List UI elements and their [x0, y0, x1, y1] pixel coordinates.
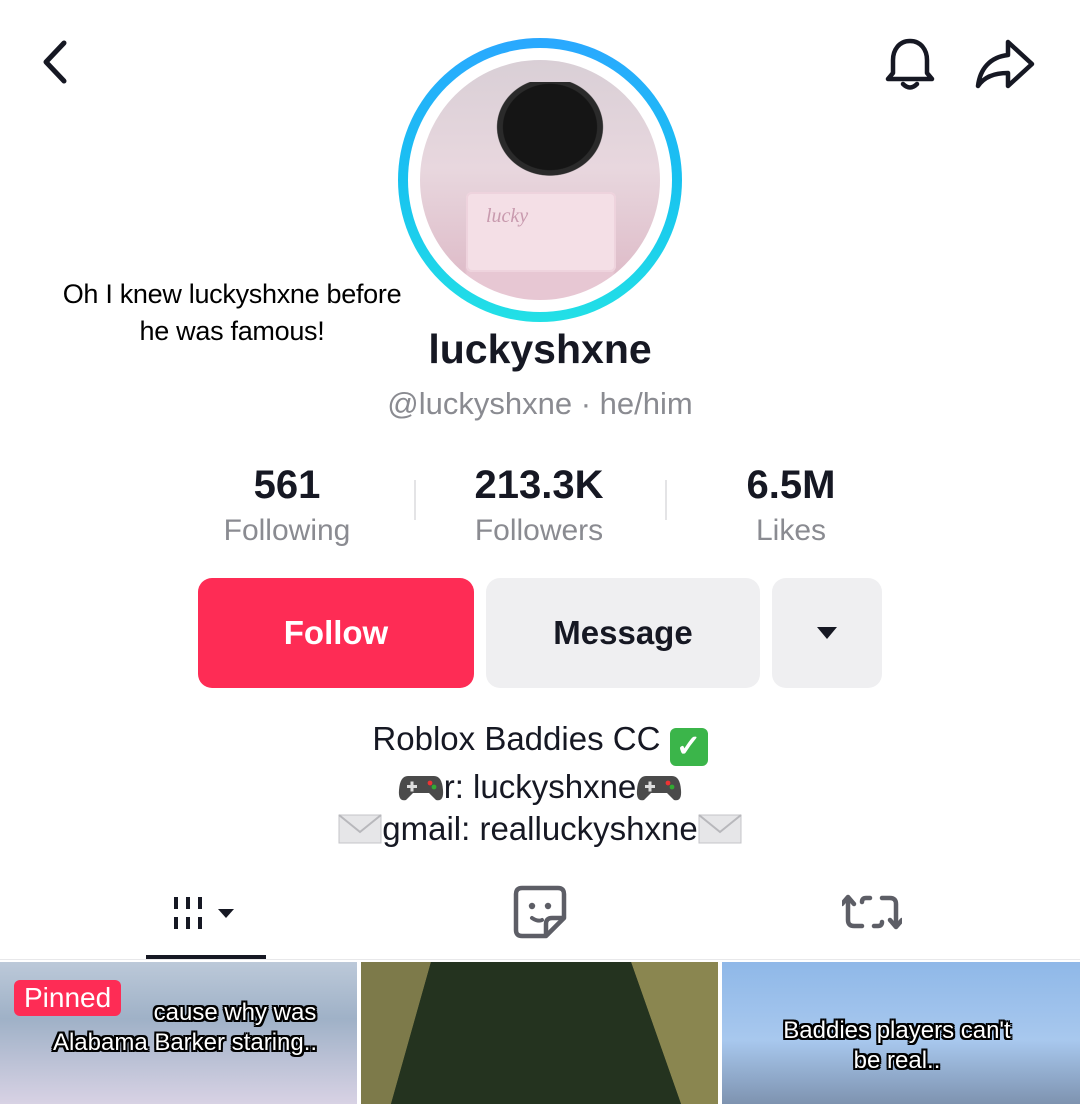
- likes-count: 6.5M: [746, 463, 836, 507]
- video-thumbnail[interactable]: Baddies players can't be real..: [722, 962, 1080, 1104]
- following-label: Following: [223, 514, 351, 547]
- overlay-caption-line1: Oh I knew luckyshxne before: [60, 279, 404, 309]
- back-button[interactable]: [30, 36, 82, 88]
- game-controller-icon: [398, 776, 443, 801]
- stat-likes: 6.5M Likes: [666, 462, 916, 548]
- video-thumbnail[interactable]: Pinned cause why was Alabama Barker star…: [0, 962, 357, 1104]
- avatar-watermark: lucky: [486, 205, 529, 227]
- video-scene: [361, 962, 718, 1104]
- bio-line-2: r: luckyshxne: [0, 766, 1080, 808]
- bell-icon: [885, 38, 935, 90]
- username-pronouns: @luckyshxne · he/him: [387, 386, 693, 421]
- more-options-button[interactable]: [772, 578, 882, 688]
- stat-followers[interactable]: 213.3K Followers: [414, 462, 664, 548]
- avatar-hair-shape: [490, 82, 610, 182]
- bio-line-2-text: r: luckyshxne: [443, 768, 637, 805]
- message-button[interactable]: Message: [486, 578, 760, 688]
- display-name: luckyshxne: [428, 326, 652, 372]
- follow-button[interactable]: Follow: [198, 578, 474, 688]
- caret-down-icon: [817, 627, 837, 639]
- followers-label: Followers: [474, 514, 604, 547]
- tab-videos[interactable]: [146, 872, 266, 960]
- share-arrow-icon: [975, 39, 1035, 89]
- avatar-border: lucky: [408, 48, 672, 312]
- stat-following[interactable]: 561 Following: [162, 462, 412, 548]
- envelope-icon: [338, 814, 382, 844]
- followers-count: 213.3K: [474, 463, 604, 507]
- tab-stickers[interactable]: [500, 872, 580, 952]
- likes-label: Likes: [755, 514, 827, 547]
- share-button[interactable]: [970, 34, 1040, 94]
- check-mark-icon: ✓: [669, 728, 708, 766]
- following-count: 561: [253, 463, 321, 507]
- tab-bar-border: [0, 959, 1080, 960]
- sticker-icon: [513, 885, 567, 939]
- bio: Roblox Baddies CC ✓ r: luckyshxne gmail:…: [0, 718, 1080, 850]
- bio-line-1-text: Roblox Baddies CC: [372, 720, 661, 757]
- grid-videos-icon: [174, 897, 234, 929]
- repost-icon: [842, 894, 902, 930]
- avatar-image: lucky: [420, 60, 660, 300]
- video-thumbnail[interactable]: [361, 962, 718, 1104]
- notification-bell-button[interactable]: [880, 34, 940, 94]
- envelope-icon: [698, 814, 742, 844]
- bio-line-3: gmail: realluckyshxne: [0, 808, 1080, 850]
- bio-line-1: Roblox Baddies CC ✓: [0, 718, 1080, 766]
- video-caption: Baddies players can't be real..: [783, 1017, 1011, 1074]
- tab-reposts[interactable]: [832, 872, 912, 952]
- chevron-left-icon: [43, 40, 67, 84]
- video-caption: cause why was Alabama Barker staring..: [52, 999, 318, 1056]
- bio-line-3-text: gmail: realluckyshxne: [382, 810, 698, 847]
- game-controller-icon: [637, 776, 682, 801]
- avatar-box-shape: [466, 192, 616, 272]
